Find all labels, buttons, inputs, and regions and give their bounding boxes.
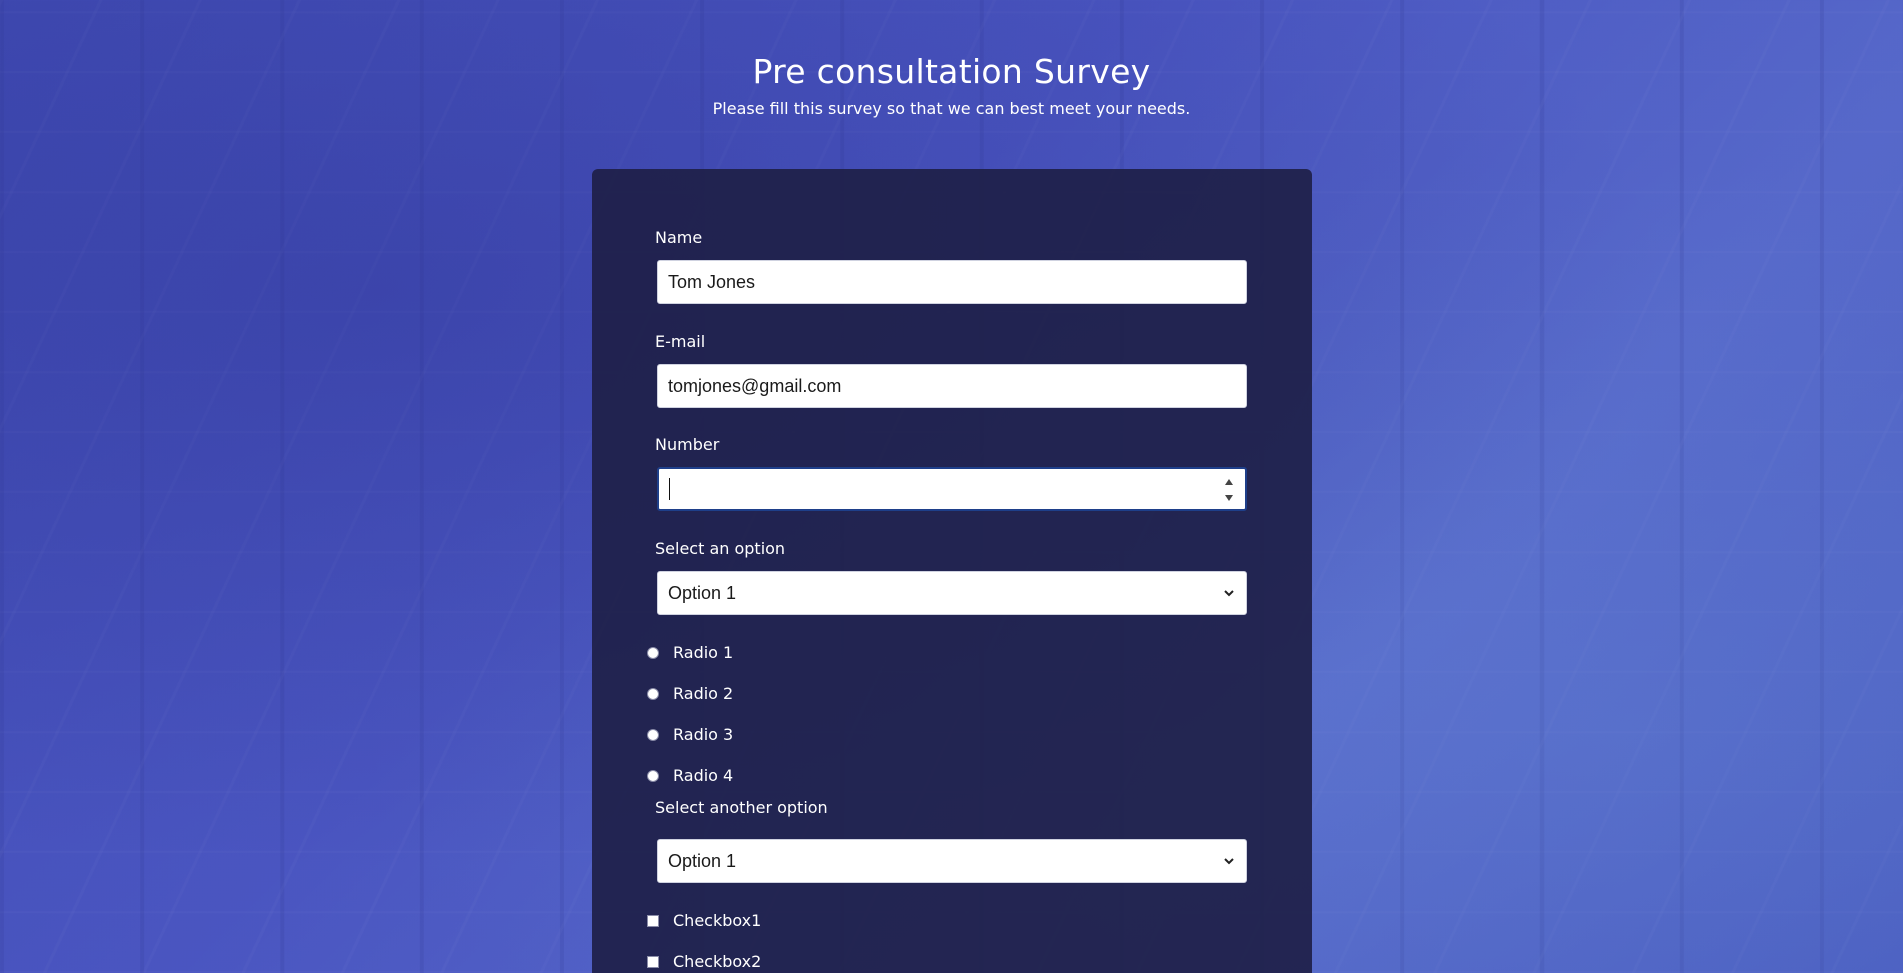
checkbox-label: Checkbox1 [673, 911, 762, 930]
chevron-down-icon [1224, 858, 1234, 865]
radio-label: Radio 1 [673, 643, 734, 662]
text-caret [669, 478, 670, 500]
checkbox-option-2[interactable]: Checkbox2 [647, 951, 761, 973]
radio-button[interactable] [647, 647, 659, 659]
another-option-select[interactable]: Option 1 [657, 839, 1247, 883]
page-subtitle: Please fill this survey so that we can b… [712, 99, 1191, 118]
page-title: Pre consultation Survey [752, 52, 1151, 91]
name-input[interactable]: Tom Jones [657, 260, 1247, 304]
spinner-icon[interactable] [1223, 479, 1235, 501]
radio-option-2[interactable]: Radio 2 [647, 683, 733, 705]
checkbox-label: Checkbox2 [673, 952, 762, 971]
radio-option-1[interactable]: Radio 1 [647, 642, 733, 664]
another-option-select-value: Option 1 [668, 850, 737, 871]
name-input-value: Tom Jones [668, 271, 756, 292]
number-input[interactable] [657, 467, 1247, 511]
option-select[interactable]: Option 1 [657, 571, 1247, 615]
select-another-option-label: Select another option [655, 798, 828, 817]
page-header: Pre consultation Survey Please fill this… [0, 0, 1903, 120]
radio-label: Radio 4 [673, 766, 734, 785]
email-input[interactable]: tomjones@gmail.com [657, 364, 1247, 408]
survey-form: Name Tom Jones E-mail tomjones@gmail.com… [592, 169, 1312, 973]
spin-down-arrow-icon[interactable] [1225, 495, 1233, 501]
radio-button[interactable] [647, 688, 659, 700]
name-label: Name [655, 228, 703, 247]
option-select-value: Option 1 [668, 582, 737, 603]
radio-button[interactable] [647, 729, 659, 741]
radio-label: Radio 3 [673, 725, 734, 744]
spin-up-arrow-icon[interactable] [1225, 479, 1233, 485]
email-input-value: tomjones@gmail.com [668, 375, 842, 396]
radio-option-4[interactable]: Radio 4 [647, 765, 733, 787]
number-label: Number [655, 435, 720, 454]
select-option-label: Select an option [655, 539, 786, 558]
checkbox[interactable] [647, 956, 659, 968]
radio-option-3[interactable]: Radio 3 [647, 724, 733, 746]
checkbox[interactable] [647, 915, 659, 927]
email-label: E-mail [655, 332, 706, 351]
radio-label: Radio 2 [673, 684, 734, 703]
radio-button[interactable] [647, 770, 659, 782]
checkbox-option-1[interactable]: Checkbox1 [647, 910, 761, 932]
chevron-down-icon [1224, 590, 1234, 597]
